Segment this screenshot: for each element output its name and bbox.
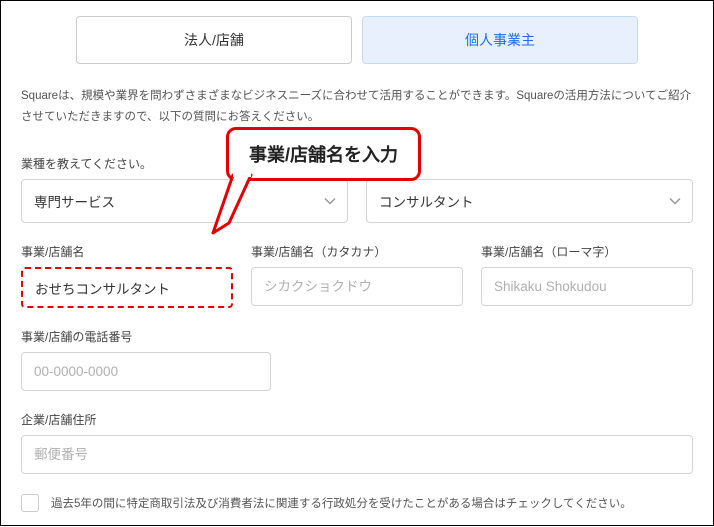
phone-label: 事業/店舗の電話番号: [21, 328, 271, 345]
business-name-romaji-label: 事業/店舗名（ローマ字）: [481, 243, 693, 260]
phone-input[interactable]: [21, 352, 271, 391]
business-name-katakana-input[interactable]: [251, 267, 463, 306]
business-name-romaji-input[interactable]: [481, 267, 693, 306]
disclosure-checkbox-label: 過去5年の間に特定商取引法及び消費者法に関連する行政処分を受けたことがある場合は…: [51, 495, 632, 511]
business-name-label: 事業/店舗名: [21, 243, 233, 260]
disclosure-checkbox[interactable]: [21, 494, 39, 512]
description-text: Squareは、規模や業界を問わずさまざまなビジネスニーズに合わせて活用すること…: [21, 86, 693, 127]
address-input[interactable]: [21, 435, 693, 474]
industry-select[interactable]: 専門サービス: [21, 179, 348, 223]
tab-individual[interactable]: 個人事業主: [362, 16, 638, 64]
industry-value: 専門サービス: [21, 179, 348, 223]
tab-corporate[interactable]: 法人/店舗: [76, 16, 352, 64]
business-name-katakana-label: 事業/店舗名（カタカナ）: [251, 243, 463, 260]
callout-annotation: 事業/店舗名を入力: [226, 127, 421, 181]
address-label: 企業/店舗住所: [21, 411, 693, 428]
business-name-input[interactable]: [21, 267, 233, 308]
category-select[interactable]: コンサルタント: [366, 179, 693, 223]
callout-tail-icon: [211, 173, 261, 258]
category-value: コンサルタント: [366, 179, 693, 223]
